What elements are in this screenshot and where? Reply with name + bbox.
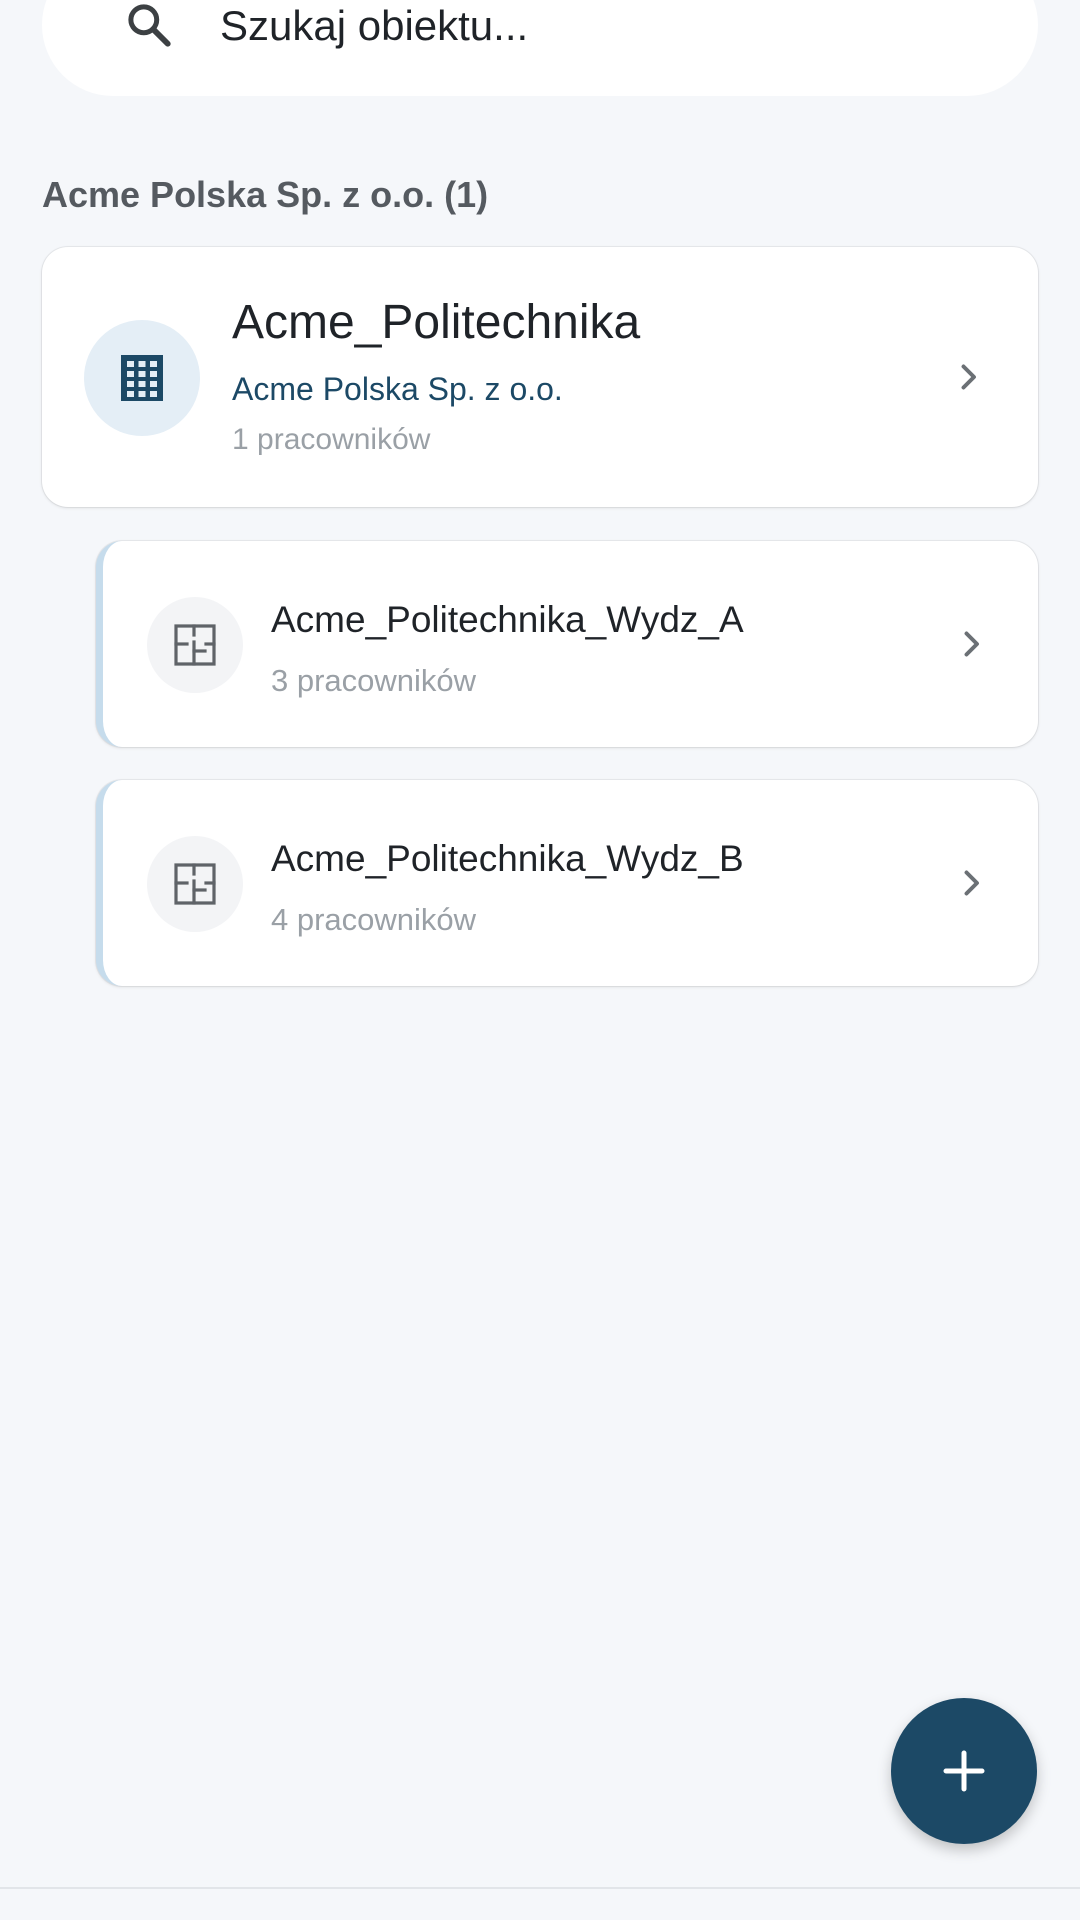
object-card-sub-b[interactable]: Acme_Politechnika_Wydz_B 4 pracowników [96, 780, 1038, 986]
object-company: Acme Polska Sp. z o.o. [232, 371, 563, 407]
floor-plan-icon [174, 863, 216, 905]
floor-plan-icon [174, 624, 216, 666]
building-icon [121, 355, 163, 401]
chevron-right-icon [961, 364, 976, 390]
avatar [147, 836, 243, 932]
avatar [84, 320, 200, 436]
object-title: Acme_Politechnika_Wydz_A [271, 599, 744, 640]
employee-count: 4 pracowników [271, 902, 477, 937]
avatar [147, 597, 243, 693]
search-input[interactable] [220, 2, 980, 50]
object-title: Acme_Politechnika_Wydz_B [271, 838, 744, 879]
chevron-right-icon [964, 631, 979, 657]
bottom-divider [0, 1887, 1080, 1889]
employee-count: 1 pracowników [232, 423, 431, 456]
search-icon [128, 4, 171, 47]
employee-count: 3 pracowników [271, 663, 477, 698]
group-heading: Acme Polska Sp. z o.o. (1) [42, 174, 489, 215]
chevron-right-icon [964, 870, 979, 896]
add-object-button[interactable] [891, 1698, 1037, 1844]
object-card-sub-a[interactable]: Acme_Politechnika_Wydz_A 3 pracowników [96, 541, 1038, 747]
object-title: Acme_Politechnika [232, 296, 641, 349]
object-card-main[interactable]: Acme_Politechnika Acme Polska Sp. z o.o.… [42, 247, 1038, 507]
plus-icon [943, 1750, 985, 1792]
search-bar[interactable] [42, 0, 1038, 96]
